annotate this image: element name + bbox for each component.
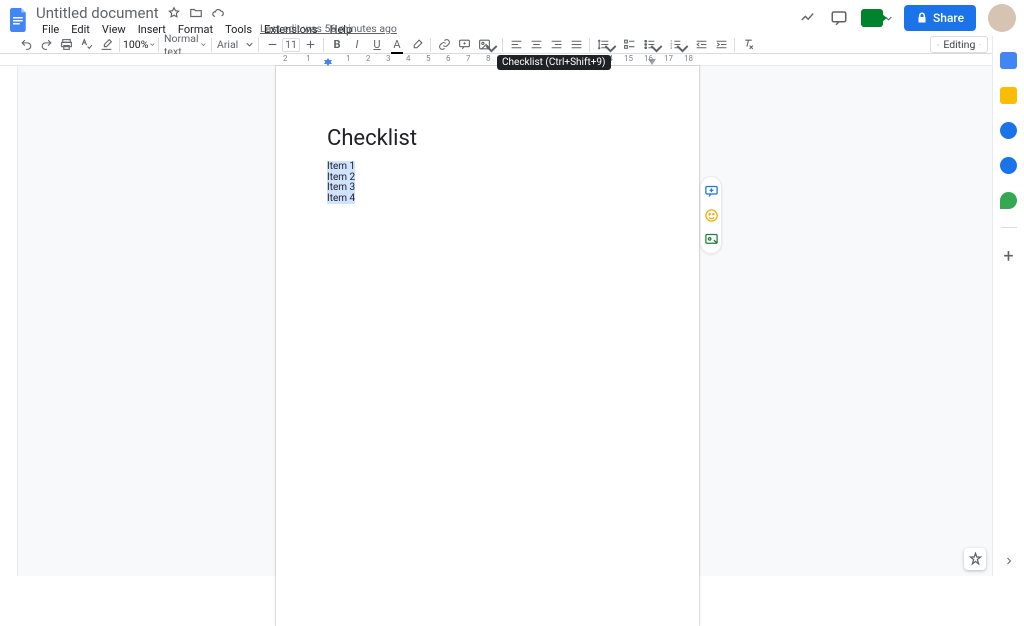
editor-canvas: Checklist Item 1 Item 2 Item 3 Item 4 (0, 66, 992, 576)
share-label: Share (933, 11, 964, 25)
increase-indent-button[interactable] (713, 37, 729, 53)
insert-link-button[interactable] (436, 37, 452, 53)
list-item[interactable]: Item 3 (327, 182, 355, 193)
star-icon[interactable] (167, 6, 181, 20)
zoom-select[interactable]: 100% (123, 38, 155, 51)
comments-history-icon[interactable] (829, 8, 849, 28)
list-item[interactable]: Item 2 (327, 172, 355, 183)
list-item[interactable]: Item 1 (327, 161, 355, 172)
tasks-app-icon[interactable] (1000, 122, 1017, 139)
docname-row: Untitled document (36, 4, 225, 22)
pencil-icon (937, 40, 939, 50)
underline-button[interactable]: U (369, 37, 385, 53)
checklist-button[interactable] (621, 37, 637, 53)
align-right-button[interactable] (548, 37, 564, 53)
font-select[interactable]: Arial (215, 38, 255, 51)
ruler-tick: 1 (346, 54, 351, 63)
suggest-edits-side-button[interactable] (703, 231, 719, 247)
decrease-font-size-button[interactable] (264, 37, 280, 53)
font-size-input[interactable]: 11 (282, 38, 300, 52)
toolbar: 100% Normal text Arial 11 B I U A 123 (0, 36, 1024, 54)
add-comment-button[interactable] (456, 37, 472, 53)
editing-mode-select[interactable]: Editing (930, 36, 988, 53)
get-addons-button[interactable]: + (1003, 246, 1013, 267)
ruler-tick: 5 (426, 54, 431, 63)
add-comment-side-button[interactable] (703, 183, 719, 199)
side-panel: + (992, 36, 1024, 576)
ruler-tick: 2 (283, 54, 288, 63)
ruler-tick: 16 (644, 54, 653, 63)
cloud-status-icon[interactable] (211, 6, 225, 20)
maps-app-icon[interactable] (1000, 192, 1017, 209)
tooltip: Checklist (Ctrl+Shift+9) (497, 55, 611, 70)
italic-button[interactable]: I (349, 37, 365, 53)
clear-formatting-button[interactable] (740, 37, 756, 53)
text-color-button[interactable]: A (389, 37, 405, 53)
document-heading[interactable]: Checklist (327, 126, 417, 151)
explore-button[interactable] (964, 548, 986, 570)
page-side-tools (700, 176, 722, 254)
redo-button[interactable] (38, 37, 54, 53)
meet-icon (861, 9, 883, 27)
titlebar-right: Share (797, 4, 1016, 32)
hide-side-panel-button[interactable] (1002, 554, 1016, 568)
align-justify-button[interactable] (568, 37, 584, 53)
highlight-color-button[interactable] (409, 37, 425, 53)
vertical-ruler[interactable] (0, 66, 18, 576)
share-button[interactable]: Share (904, 5, 976, 31)
doc-title[interactable]: Untitled document (36, 4, 159, 22)
keep-app-icon[interactable] (1000, 87, 1017, 104)
bold-button[interactable]: B (329, 37, 345, 53)
move-icon[interactable] (189, 6, 203, 20)
ruler-tick: 15 (624, 54, 633, 63)
print-button[interactable] (58, 37, 74, 53)
ruler-tick: 17 (664, 54, 673, 63)
horizontal-ruler[interactable]: 21123456789101112131415161718 (0, 54, 992, 66)
ruler-tick: 6 (446, 54, 451, 63)
insert-image-button[interactable] (476, 37, 492, 53)
account-avatar[interactable] (988, 4, 1016, 32)
ruler-tick: 18 (684, 54, 693, 63)
bulleted-list-button[interactable] (641, 37, 657, 53)
add-emoji-reaction-button[interactable] (703, 207, 719, 223)
numbered-list-button[interactable]: 123 (667, 37, 683, 53)
page[interactable]: Checklist Item 1 Item 2 Item 3 Item 4 (276, 66, 699, 626)
line-spacing-button[interactable] (595, 37, 611, 53)
undo-button[interactable] (18, 37, 34, 53)
align-left-button[interactable] (508, 37, 524, 53)
ruler-tick: 1 (306, 54, 311, 63)
activity-icon[interactable] (797, 8, 817, 28)
ruler-tick: 7 (466, 54, 471, 63)
docs-logo-icon[interactable] (10, 8, 28, 32)
ruler-tick: 3 (386, 54, 391, 63)
paint-format-button[interactable] (98, 37, 114, 53)
align-center-button[interactable] (528, 37, 544, 53)
ruler-tick: 2 (366, 54, 371, 63)
meet-button[interactable] (861, 9, 892, 27)
contacts-app-icon[interactable] (1000, 157, 1017, 174)
titlebar: Untitled document File Edit View Insert … (0, 0, 1024, 33)
ruler-tick: 4 (406, 54, 411, 63)
svg-text:3: 3 (670, 45, 672, 50)
decrease-indent-button[interactable] (693, 37, 709, 53)
calendar-app-icon[interactable] (1000, 52, 1017, 69)
spellcheck-button[interactable] (78, 37, 94, 53)
ruler-tick: 8 (486, 54, 491, 63)
lock-icon (916, 12, 928, 24)
increase-font-size-button[interactable] (302, 37, 318, 53)
last-edit-link[interactable]: Last edit was 56 minutes ago (260, 22, 397, 35)
list-item[interactable]: Item 4 (327, 193, 355, 204)
document-body[interactable]: Item 1 Item 2 Item 3 Item 4 (327, 162, 355, 204)
